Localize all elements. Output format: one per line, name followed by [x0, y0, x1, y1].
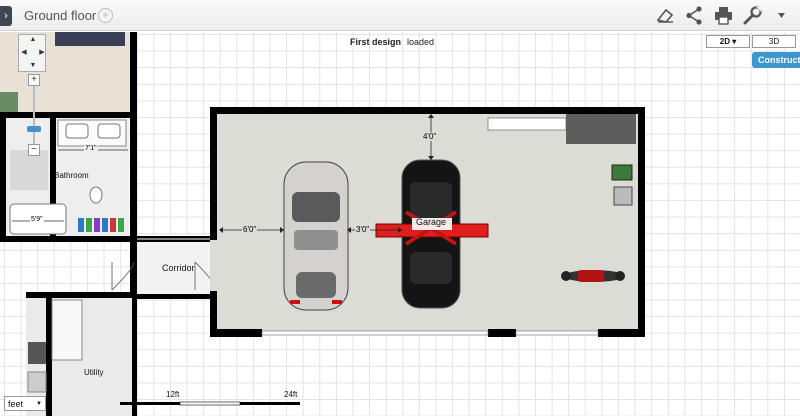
floor-plan-drawing [0, 32, 645, 416]
view-3d-button[interactable]: 3D [752, 35, 796, 48]
washer [27, 371, 47, 393]
garage-wall-bottom-right [598, 329, 645, 337]
floor-name: Ground floor [24, 8, 97, 23]
add-floor-button[interactable]: + [98, 8, 113, 23]
construction-tab[interactable]: Construction [752, 52, 800, 68]
utility-counter [51, 299, 83, 361]
stove [28, 342, 46, 364]
wall-bath-bottom [0, 236, 137, 242]
chevron-down-icon[interactable] [771, 5, 792, 26]
room-label-utility[interactable]: Utility [84, 368, 104, 377]
garage-wall-bottom-left [210, 329, 262, 337]
pan-right-icon[interactable]: ▶ [37, 48, 47, 58]
dimension-label-top: 4'0" [422, 132, 438, 141]
view-mode-toggle: 2D ▾ 3D [706, 35, 796, 48]
toolbox [611, 164, 633, 181]
dimension-label-tub: 5'9" [30, 216, 44, 223]
garage-door-2 [515, 330, 599, 336]
share-icon[interactable] [684, 5, 705, 26]
dimension-label-gap: 3'0" [355, 225, 371, 234]
room-label-bathroom[interactable]: Bathroom [54, 171, 89, 180]
chevron-down-icon: ▼ [36, 400, 42, 407]
dimension-label-bath: 7'1" [84, 145, 98, 152]
design-status: First design loaded [350, 37, 434, 47]
sink-2 [97, 123, 121, 139]
dimension-label-left: 6'0" [242, 225, 258, 234]
wall-bath-left [0, 118, 6, 242]
unit-value: feet [8, 398, 24, 409]
pan-up-icon[interactable]: ▲ [28, 35, 38, 45]
mower [613, 186, 633, 206]
wall-utility-top [26, 292, 137, 298]
garage-wall-right [638, 107, 645, 337]
wall-utility-left [46, 292, 52, 416]
design-name: First design [350, 37, 402, 47]
eraser-icon[interactable] [655, 5, 676, 26]
zoom-out-icon[interactable]: − [28, 144, 40, 156]
top-toolbar: › Ground floor ▼ + [0, 0, 800, 31]
zoom-slider[interactable]: + − [27, 74, 41, 156]
navigation-control: ▲ ◀ ▶ ▼ + − [10, 32, 46, 156]
wrench-icon[interactable] [742, 5, 763, 26]
sidebar-toggle-button[interactable]: › [0, 6, 12, 26]
bed [55, 32, 125, 46]
unit-select[interactable]: feet ▼ [4, 396, 46, 411]
scale-mark-2: 24ft [284, 390, 298, 399]
shower [10, 150, 48, 190]
scale-mark-1: 12ft [166, 390, 180, 399]
view-2d-button[interactable]: 2D ▾ [706, 35, 750, 48]
garage-wall-top [210, 107, 644, 114]
garage-wall-bottom-mid [488, 329, 516, 337]
garage-door-1 [261, 330, 489, 336]
silver-car [283, 161, 349, 311]
zoom-in-icon[interactable]: + [28, 74, 40, 86]
pan-down-icon[interactable]: ▼ [28, 61, 38, 71]
floor-plan-canvas[interactable]: Garage Corridor Bathroom Utility 4'0" 6'… [0, 32, 800, 416]
room-label-corridor[interactable]: Corridor [162, 263, 195, 273]
scale-bar: 12ft 24ft [120, 390, 300, 414]
design-state: loaded [407, 37, 435, 47]
storage-cabinet [566, 114, 636, 144]
zoom-handle[interactable] [27, 126, 41, 132]
workbench [487, 117, 567, 131]
wall-corridor-bottom [137, 294, 215, 299]
sink-1 [65, 123, 89, 139]
room-label-garage[interactable]: Garage [416, 217, 446, 227]
pan-left-icon[interactable]: ◀ [19, 48, 29, 58]
toilet [89, 186, 103, 204]
garage-wall-left [210, 107, 217, 337]
pan-pad: ▲ ◀ ▶ ▼ [18, 34, 46, 72]
printer-icon[interactable] [713, 5, 734, 26]
